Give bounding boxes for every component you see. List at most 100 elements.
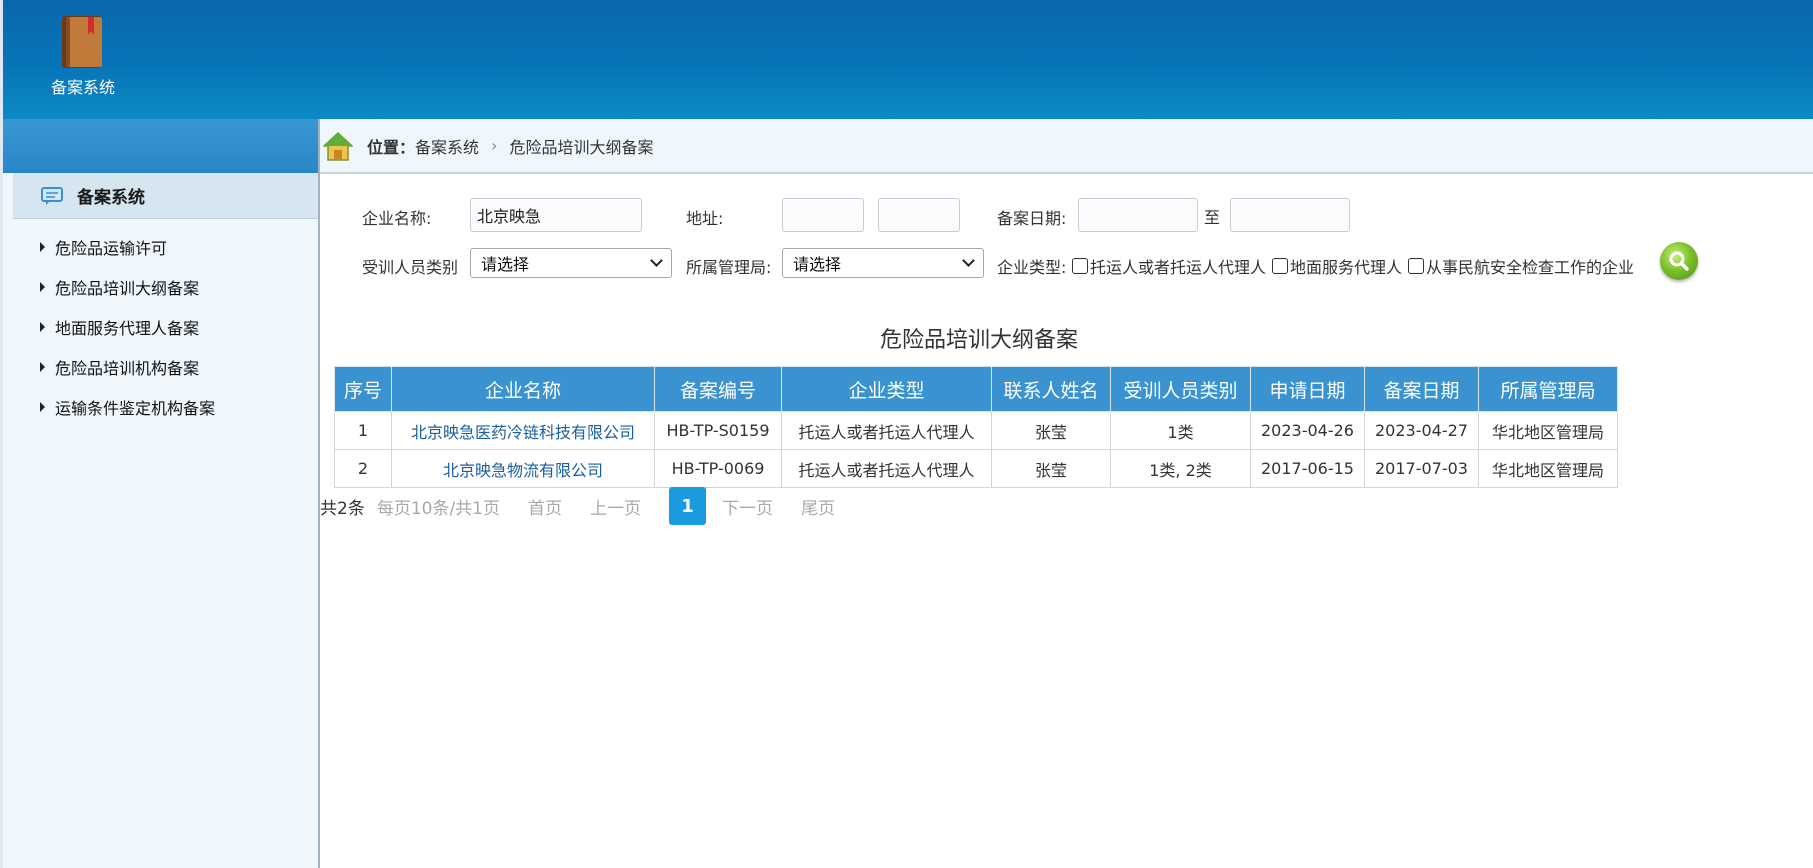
company-type-label: 企业类型:	[997, 258, 1067, 277]
cell-filing-no: HB-TP-0069	[654, 449, 782, 488]
col-header-index: 序号	[334, 366, 392, 412]
sidebar-item-transport-permit[interactable]: 危险品运输许可	[3, 227, 318, 267]
sidebar-item-identification-institution[interactable]: 运输条件鉴定机构备案	[3, 387, 318, 427]
sidebar-item-label: 运输条件鉴定机构备案	[55, 399, 216, 418]
next-page-link[interactable]: 下一页	[722, 494, 773, 519]
sidebar-item-label: 危险品培训大纲备案	[55, 279, 200, 298]
caret-right-icon	[40, 282, 45, 292]
search-icon	[1669, 251, 1689, 271]
checkbox-label: 托运人或者托运人代理人	[1090, 258, 1267, 277]
app-title: 备案系统	[50, 78, 115, 97]
address-city-input[interactable]	[878, 198, 960, 232]
col-header-bureau: 所属管理局	[1478, 366, 1618, 412]
sidebar-item-label: 危险品培训机构备案	[55, 359, 200, 378]
date-to-label: 至	[1204, 208, 1221, 227]
table-row: 2 北京映急物流有限公司 HB-TP-0069 托运人或者托运人代理人 张莹 1…	[334, 449, 1618, 488]
chat-icon	[41, 186, 63, 205]
caret-right-icon	[40, 362, 45, 372]
sidebar-menu: 危险品运输许可 危险品培训大纲备案 地面服务代理人备案 危险品培训机构备案 运输…	[3, 227, 318, 427]
sidebar-item-label: 地面服务代理人备案	[55, 319, 200, 338]
current-page-button[interactable]: 1	[669, 487, 707, 525]
cell-apply-date: 2023-04-26	[1250, 411, 1365, 450]
results-table: 序号 企业名称 备案编号 企业类型 联系人姓名 受训人员类别 申请日期 备案日期…	[334, 366, 1618, 488]
breadcrumb-separator: ›	[491, 136, 498, 155]
cell-company-type: 托运人或者托运人代理人	[781, 449, 992, 488]
cell-filing-no: HB-TP-S0159	[654, 411, 782, 450]
sidebar-item-label: 危险品运输许可	[55, 239, 168, 258]
cell-filing-date: 2023-04-27	[1364, 411, 1479, 450]
caret-right-icon	[40, 242, 45, 252]
cell-company-link[interactable]: 北京映急物流有限公司	[391, 449, 655, 488]
filing-date-start-input[interactable]	[1078, 198, 1198, 232]
bureau-value: 请选择	[793, 255, 842, 274]
address-label: 地址:	[686, 209, 724, 228]
trainee-category-select[interactable]: 请选择	[470, 248, 672, 278]
search-form: 企业名称: 地址: 备案日期: 至 受训人员类别 请选择 所属管理局: 请选择 …	[320, 174, 1813, 294]
col-header-contact: 联系人姓名	[991, 366, 1111, 412]
caret-right-icon	[40, 402, 45, 412]
sidebar: 备案系统 危险品运输许可 危险品培训大纲备案 地面服务代理人备案 危险品培训机构…	[0, 119, 320, 868]
table-row: 1 北京映急医药冷链科技有限公司 HB-TP-S0159 托运人或者托运人代理人…	[334, 411, 1618, 450]
checkbox-label: 地面服务代理人	[1290, 258, 1403, 277]
sidebar-item-training-outline[interactable]: 危险品培训大纲备案	[3, 267, 318, 307]
home-icon[interactable]	[323, 130, 353, 162]
cell-trainee-category: 1类	[1110, 411, 1251, 450]
type-checkbox-ground-agent[interactable]: 地面服务代理人	[1272, 254, 1402, 278]
bureau-select[interactable]: 请选择	[782, 248, 984, 278]
sidebar-group-label: 备案系统	[77, 188, 145, 208]
cell-contact: 张莹	[991, 449, 1111, 488]
table-title: 危险品培训大纲备案	[880, 328, 1079, 353]
top-banner: 备案系统	[0, 0, 1813, 119]
sidebar-item-training-institution[interactable]: 危险品培训机构备案	[3, 347, 318, 387]
caret-right-icon	[40, 322, 45, 332]
col-header-company-type: 企业类型	[781, 366, 992, 412]
cell-filing-date: 2017-07-03	[1364, 449, 1479, 488]
breadcrumb-item-system[interactable]: 备案系统	[415, 134, 479, 158]
company-name-label: 企业名称:	[362, 209, 432, 228]
first-page-link[interactable]: 首页	[528, 494, 562, 519]
col-header-filing-date: 备案日期	[1364, 366, 1479, 412]
cell-bureau: 华北地区管理局	[1478, 411, 1618, 450]
cell-company-link[interactable]: 北京映急医药冷链科技有限公司	[391, 411, 655, 450]
per-page-info: 每页10条/共1页	[376, 498, 501, 519]
company-name-input[interactable]	[470, 198, 642, 232]
col-header-apply-date: 申请日期	[1250, 366, 1365, 412]
type-checkbox-security-check[interactable]: 从事民航安全检查工作的企业	[1408, 254, 1634, 278]
cell-index: 2	[334, 449, 392, 488]
type-checkbox-shipper[interactable]: 托运人或者托运人代理人	[1072, 254, 1266, 278]
last-page-link[interactable]: 尾页	[801, 494, 835, 519]
checkbox-box[interactable]	[1072, 258, 1088, 274]
book-icon[interactable]	[60, 14, 106, 70]
checkbox-box[interactable]	[1272, 258, 1288, 274]
trainee-category-value: 请选择	[481, 255, 530, 274]
filing-date-label: 备案日期:	[997, 209, 1067, 228]
checkbox-box[interactable]	[1408, 258, 1424, 274]
sidebar-group[interactable]: 备案系统	[13, 173, 318, 219]
trainee-category-label: 受训人员类别	[362, 258, 459, 277]
sidebar-item-ground-agent[interactable]: 地面服务代理人备案	[3, 307, 318, 347]
breadcrumb: 位置： 备案系统 › 危险品培训大纲备案	[320, 119, 1813, 174]
sidebar-header	[3, 119, 318, 173]
total-count: 共2条	[320, 498, 365, 519]
col-header-filing-no: 备案编号	[654, 366, 782, 412]
bureau-label: 所属管理局:	[686, 258, 772, 277]
search-button[interactable]	[1660, 242, 1698, 280]
chevron-down-icon	[962, 254, 975, 267]
location-label: 位置：	[367, 137, 416, 157]
cell-bureau: 华北地区管理局	[1478, 449, 1618, 488]
col-header-company: 企业名称	[391, 366, 655, 412]
checkbox-label: 从事民航安全检查工作的企业	[1426, 258, 1635, 277]
filing-date-end-input[interactable]	[1230, 198, 1350, 232]
cell-company-type: 托运人或者托运人代理人	[781, 411, 992, 450]
col-header-trainee-category: 受训人员类别	[1110, 366, 1251, 412]
cell-apply-date: 2017-06-15	[1250, 449, 1365, 488]
address-province-input[interactable]	[782, 198, 864, 232]
cell-trainee-category: 1类, 2类	[1110, 449, 1251, 488]
pagination: 共2条 每页10条/共1页 首页 上一页 1 下一页 尾页	[320, 487, 863, 525]
breadcrumb-item-current: 危险品培训大纲备案	[509, 137, 654, 157]
cell-contact: 张莹	[991, 411, 1111, 450]
chevron-down-icon	[650, 254, 663, 267]
prev-page-link[interactable]: 上一页	[590, 494, 641, 519]
cell-index: 1	[334, 411, 392, 450]
table-header-row: 序号 企业名称 备案编号 企业类型 联系人姓名 受训人员类别 申请日期 备案日期…	[334, 366, 1618, 412]
